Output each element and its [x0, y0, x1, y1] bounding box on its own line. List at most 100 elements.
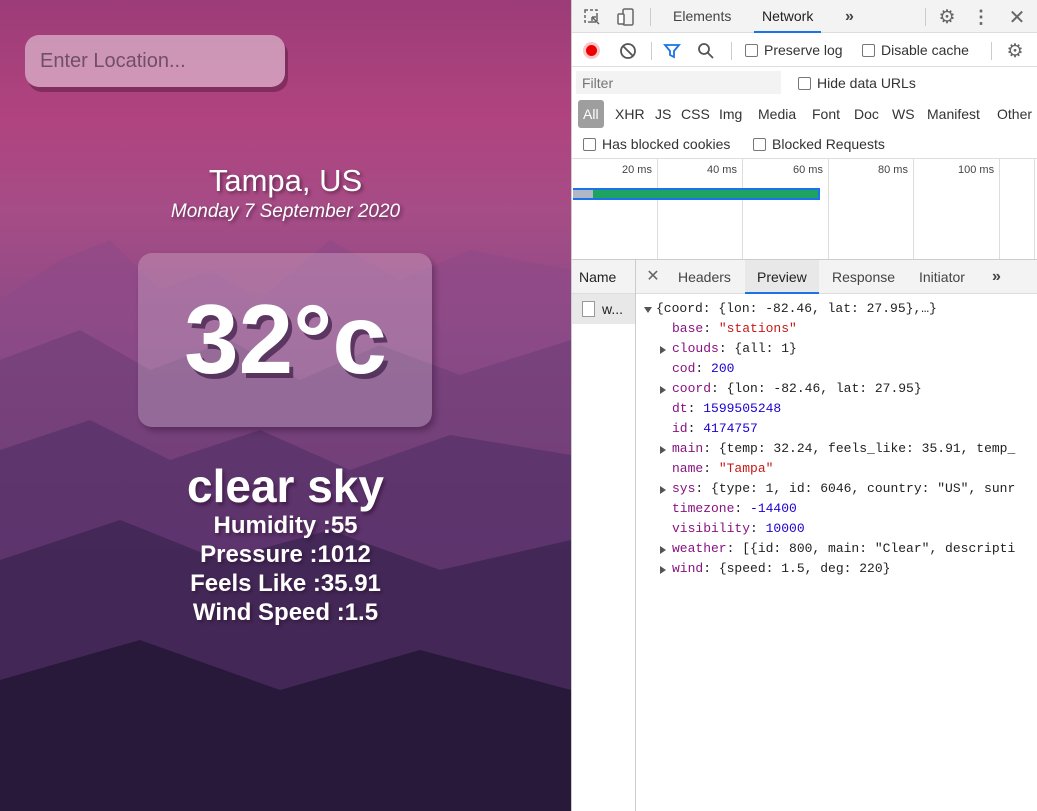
more-tabs-button[interactable]: »: [845, 0, 854, 33]
json-line-base: base: "stations": [672, 321, 797, 336]
json-key: cod: [672, 361, 696, 376]
json-line-visibility: visibility: 10000: [672, 521, 805, 536]
tab-headers[interactable]: Headers: [678, 260, 731, 294]
more-options-icon[interactable]: ⋮: [972, 6, 990, 28]
type-filter-all[interactable]: All: [578, 100, 604, 128]
type-filter-media[interactable]: Media: [758, 100, 796, 128]
network-toolbar: Preserve log Disable cache ⚙: [572, 34, 1037, 67]
document-icon: [582, 301, 595, 317]
temperature-value: 32°c: [184, 284, 387, 394]
clear-icon[interactable]: [618, 41, 638, 61]
preserve-log-checkbox[interactable]: Preserve log: [745, 42, 843, 58]
expand-toggle[interactable]: [660, 386, 666, 394]
blocked-requests-checkbox[interactable]: Blocked Requests: [753, 136, 885, 152]
tab-preview[interactable]: Preview: [745, 260, 819, 294]
json-line-sys[interactable]: sys: {type: 1, id: 6046, country: "US", …: [672, 481, 1037, 496]
json-line-name: name: "Tampa": [672, 461, 774, 476]
json-value: -14400: [750, 501, 797, 516]
json-key: coord: [672, 381, 712, 396]
timeline-request-bar: [573, 188, 820, 200]
location-search-input[interactable]: [25, 35, 285, 87]
expand-toggle[interactable]: [660, 546, 666, 554]
close-detail-icon[interactable]: ✕: [644, 266, 662, 286]
tab-elements[interactable]: Elements: [673, 0, 731, 33]
feels-like-stat: Feels Like :35.91: [190, 570, 381, 597]
json-value: [{id: 800, main: "Clear", descripti: [742, 541, 1016, 556]
device-toolbar-icon[interactable]: [616, 7, 636, 27]
json-line-timezone: timezone: -14400: [672, 501, 797, 516]
expand-toggle[interactable]: [660, 446, 666, 454]
expand-toggle[interactable]: [660, 566, 666, 574]
has-blocked-cookies-label: Has blocked cookies: [602, 136, 731, 152]
timeline-tick-60ms: 60 ms: [793, 164, 823, 176]
settings-gear-icon[interactable]: ⚙: [936, 6, 958, 28]
json-line-wind[interactable]: wind: {speed: 1.5, deg: 220}: [672, 561, 1037, 576]
json-line-weather[interactable]: weather: [{id: 800, main: "Clear", descr…: [672, 541, 1037, 556]
json-key: dt: [672, 401, 688, 416]
timeline-tick-100ms: 100 ms: [958, 164, 995, 176]
type-filter-manifest[interactable]: Manifest: [927, 100, 980, 128]
json-key: clouds: [672, 341, 719, 356]
filter-icon[interactable]: [662, 41, 682, 61]
expand-toggle[interactable]: [660, 346, 666, 354]
json-line-main[interactable]: main: {temp: 32.24, feels_like: 35.91, t…: [672, 441, 1037, 456]
inspect-element-icon[interactable]: [582, 7, 602, 27]
disable-cache-checkbox[interactable]: Disable cache: [862, 42, 969, 58]
type-filter-xhr[interactable]: XHR: [615, 100, 645, 128]
tab-initiator[interactable]: Initiator: [919, 260, 965, 294]
weather-description: clear sky: [187, 460, 384, 512]
json-value: "stations": [718, 321, 797, 336]
expand-toggle[interactable]: [660, 486, 666, 494]
blocked-requests-label: Blocked Requests: [772, 136, 885, 152]
json-key: id: [672, 421, 688, 436]
json-key: sys: [672, 481, 696, 496]
search-icon[interactable]: [696, 41, 716, 61]
has-blocked-cookies-checkbox[interactable]: Has blocked cookies: [583, 136, 730, 152]
type-filter-font[interactable]: Font: [812, 100, 840, 128]
json-key: weather: [672, 541, 727, 556]
pressure-stat: Pressure :1012: [200, 541, 371, 568]
timeline-tick-20ms: 20 ms: [622, 164, 652, 176]
filter-input[interactable]: [576, 71, 781, 94]
expand-root-toggle[interactable]: [644, 307, 652, 313]
network-settings-gear-icon[interactable]: ⚙: [1004, 40, 1026, 62]
json-value: {temp: 32.24, feels_like: 35.91, temp_: [718, 441, 1016, 456]
preserve-log-label: Preserve log: [764, 42, 843, 58]
name-column-header[interactable]: Name: [579, 269, 616, 285]
humidity-stat: Humidity :55: [213, 512, 358, 539]
json-value: 10000: [765, 521, 805, 536]
hide-data-urls-label: Hide data URLs: [817, 75, 916, 91]
tab-network[interactable]: Network: [754, 0, 822, 33]
json-value: 200: [711, 361, 735, 376]
type-filter-css[interactable]: CSS: [681, 100, 710, 128]
tab-response[interactable]: Response: [832, 260, 895, 294]
json-line-id: id: 4174757: [672, 421, 758, 436]
close-devtools-icon[interactable]: ✕: [1006, 6, 1028, 29]
json-line-coord[interactable]: coord: {lon: -82.46, lat: 27.95}: [672, 381, 1037, 396]
type-filter-doc[interactable]: Doc: [854, 100, 879, 128]
json-line-dt: dt: 1599505248: [672, 401, 782, 416]
wind-speed-stat: Wind Speed :1.5: [192, 599, 379, 626]
json-value: {lon: -82.46, lat: 27.95}: [726, 381, 922, 396]
json-value: 4174757: [703, 421, 758, 436]
json-key: visibility: [672, 521, 751, 536]
more-detail-tabs-button[interactable]: »: [992, 260, 1001, 294]
request-row[interactable]: w...: [572, 294, 635, 324]
json-value: {all: 1}: [734, 341, 797, 356]
json-root-line[interactable]: {coord: {lon: -82.46, lat: 27.95},…}: [656, 301, 937, 316]
json-value: 1599505248: [703, 401, 782, 416]
weather-app: Tampa, US Monday 7 September 2020 32°c c…: [0, 0, 571, 811]
type-filter-js[interactable]: JS: [655, 100, 671, 128]
request-name: w...: [602, 301, 624, 317]
record-icon[interactable]: [583, 42, 600, 59]
date-label: Monday 7 September 2020: [170, 201, 401, 222]
city-label: Tampa, US: [208, 163, 363, 198]
type-filter-ws[interactable]: WS: [892, 100, 915, 128]
json-key: base: [672, 321, 704, 336]
json-line-clouds[interactable]: clouds: {all: 1}: [672, 341, 1037, 356]
json-key: name: [672, 461, 704, 476]
type-filter-img[interactable]: Img: [719, 100, 742, 128]
json-value: {speed: 1.5, deg: 220}: [718, 561, 891, 576]
hide-data-urls-checkbox[interactable]: Hide data URLs: [798, 75, 916, 91]
type-filter-other[interactable]: Other: [997, 100, 1032, 128]
